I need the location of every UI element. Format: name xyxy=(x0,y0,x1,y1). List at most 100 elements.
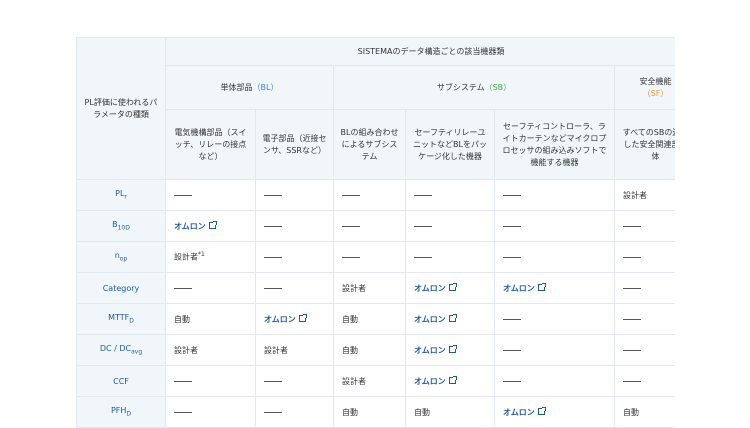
omron-link[interactable]: オムロン xyxy=(414,346,446,355)
table-cell xyxy=(405,241,495,273)
row-param-header: B10D xyxy=(76,210,166,242)
table-cell xyxy=(494,210,615,242)
cell-text: 自動 xyxy=(414,407,430,417)
table-row: PFHD 自動 自動 オムロン 自動 xyxy=(76,396,675,428)
table-cell xyxy=(494,334,615,366)
not-applicable-dash xyxy=(174,194,192,196)
table-cell: オムロン xyxy=(405,272,495,304)
safety-function-header: 安全機能 （SF） xyxy=(613,65,675,110)
not-applicable-dash xyxy=(623,256,641,258)
param-subscript: 10D xyxy=(117,224,130,232)
col-electronic-header: 電子部品（近接センサ、SSRなど） xyxy=(255,109,334,180)
parameter-table-container: PL評価に使われるパラメータの種類 SISTEMAのデータ構造ごとの該当機器類 … xyxy=(76,37,675,428)
param-name: MTTF xyxy=(108,313,130,323)
omron-link[interactable]: オムロン xyxy=(264,315,296,324)
omron-link[interactable]: オムロン xyxy=(503,284,535,293)
table-cell xyxy=(255,241,334,273)
col-all-sb-label: すべてのSBの連結した安全関連部全体 xyxy=(622,127,675,161)
cell-text: 自動 xyxy=(342,345,358,355)
cell-text: 設計者 xyxy=(342,283,366,293)
not-applicable-dash xyxy=(414,225,432,227)
table-cell xyxy=(165,272,256,304)
table-cell: 自動 xyxy=(405,396,495,428)
not-applicable-dash xyxy=(623,287,641,289)
external-link-icon xyxy=(448,282,457,291)
table-cell xyxy=(613,210,675,242)
omron-link[interactable]: オムロン xyxy=(414,315,446,324)
omron-link[interactable]: オムロン xyxy=(503,408,535,417)
param-column-label: PL評価に使われるパラメータの種類 xyxy=(84,97,158,119)
external-link-icon xyxy=(208,220,217,229)
table-row: DC / DCavg 設計者 設計者 自動 オムロン xyxy=(76,334,675,366)
table-cell: オムロン xyxy=(405,334,495,366)
external-link-icon xyxy=(537,282,546,291)
param-name: PL xyxy=(115,189,125,199)
not-applicable-dash xyxy=(174,411,192,413)
external-link-icon xyxy=(448,313,457,322)
safety-function-label: 安全機能 xyxy=(639,76,672,86)
table-cell: オムロン xyxy=(494,396,615,428)
not-applicable-dash xyxy=(623,380,641,382)
bl-tag: （BL） xyxy=(252,82,279,92)
not-applicable-dash xyxy=(264,194,282,196)
cell-text: 設計者 xyxy=(174,252,198,262)
single-part-label: 単体部品 xyxy=(220,82,253,92)
table-cell xyxy=(613,365,675,397)
row-param-header: PFHD xyxy=(76,396,166,428)
not-applicable-dash xyxy=(623,349,641,351)
sistema-label: SISTEMAのデータ構造ごとの該当機器類 xyxy=(357,46,505,56)
table-cell xyxy=(165,396,256,428)
table-row: CCF 設計者 オムロン xyxy=(76,365,675,397)
col-all-sb-header: すべてのSBの連結した安全関連部全体 xyxy=(613,109,675,180)
cell-text: 設計者 xyxy=(174,345,198,355)
not-applicable-dash xyxy=(503,318,521,320)
not-applicable-dash xyxy=(503,256,521,258)
table-body: PLr 設計者 B10D オムロン nop 設計者*1 Category 設計者 オムロン オムロ… xyxy=(76,179,675,428)
sistema-header: SISTEMAのデータ構造ごとの該当機器類 xyxy=(164,37,675,66)
table-cell: 設計者 xyxy=(613,179,675,211)
omron-link[interactable]: オムロン xyxy=(414,284,446,293)
not-applicable-dash xyxy=(623,318,641,320)
not-applicable-dash xyxy=(503,225,521,227)
col-electromech-label: 電気機構部品（スイッチ、リレーの接点など） xyxy=(174,127,247,161)
col-safety-relay-label: セーフティリレーユニットなどBLをパッケージ化した機器 xyxy=(413,127,487,161)
sf-tag: （SF） xyxy=(642,88,669,98)
table-cell xyxy=(255,272,334,304)
omron-link[interactable]: オムロン xyxy=(414,377,446,386)
row-param-header: CCF xyxy=(76,365,166,397)
table-row: B10D オムロン xyxy=(76,210,675,242)
omron-link[interactable]: オムロン xyxy=(174,222,206,231)
row-param-header: PLr xyxy=(76,179,166,211)
table-cell xyxy=(165,179,256,211)
param-subscript: r xyxy=(124,193,127,201)
not-applicable-dash xyxy=(342,194,360,196)
table-cell: オムロン xyxy=(405,365,495,397)
table-cell xyxy=(255,179,334,211)
not-applicable-dash xyxy=(174,380,192,382)
table-cell: 自動 xyxy=(333,334,406,366)
table-cell: 設計者 xyxy=(255,334,334,366)
subsystem-label: サブシステム xyxy=(436,82,485,92)
not-applicable-dash xyxy=(264,380,282,382)
table-cell: 自動 xyxy=(165,303,256,335)
table-cell xyxy=(613,334,675,366)
table-cell xyxy=(613,241,675,273)
external-link-icon xyxy=(448,375,457,384)
not-applicable-dash xyxy=(264,256,282,258)
col-safety-relay-header: セーフティリレーユニットなどBLをパッケージ化した機器 xyxy=(405,109,495,180)
table-row: MTTFD 自動 オムロン 自動 オムロン xyxy=(76,303,675,335)
col-controller-header: セーフティコントローラ、ライトカーテンなどマイクロプロセッサの組み込みソフトで機… xyxy=(494,109,615,180)
table-cell: 自動 xyxy=(333,396,406,428)
col-controller-label: セーフティコントローラ、ライトカーテンなどマイクロプロセッサの組み込みソフトで機… xyxy=(502,121,607,167)
table-cell xyxy=(255,365,334,397)
not-applicable-dash xyxy=(342,225,360,227)
table-row: Category 設計者 オムロン オムロン xyxy=(76,272,675,304)
param-subscript: D xyxy=(129,317,134,325)
parameter-table: PL評価に使われるパラメータの種類 SISTEMAのデータ構造ごとの該当機器類 … xyxy=(76,37,675,428)
table-cell: 設計者 xyxy=(333,272,406,304)
not-applicable-dash xyxy=(503,380,521,382)
row-param-header: Category xyxy=(76,272,166,304)
param-subscript: avg xyxy=(131,348,143,356)
table-cell xyxy=(494,365,615,397)
table-cell xyxy=(405,179,495,211)
